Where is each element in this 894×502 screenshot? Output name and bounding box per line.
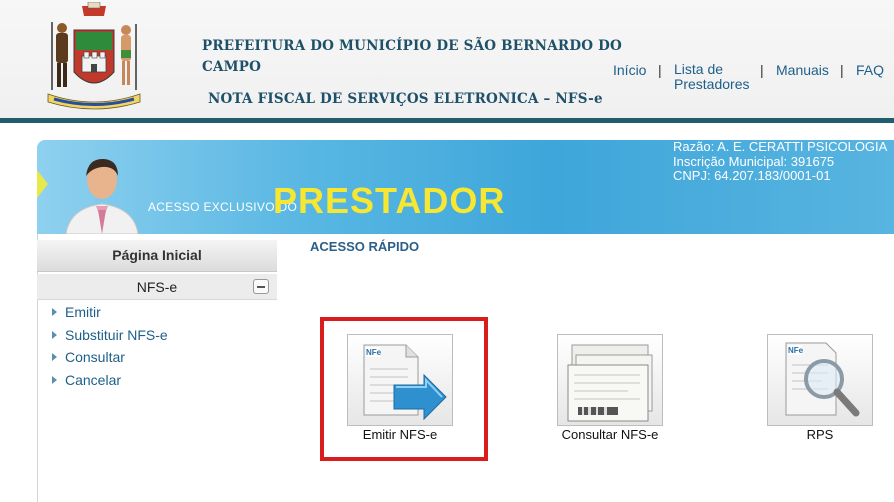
banner-arrow-icon	[37, 170, 48, 198]
sidebar-item-consultar[interactable]: Consultar	[52, 349, 125, 365]
nav-separator: |	[658, 62, 662, 78]
company-inscricao: Inscrição Municipal: 391675	[673, 153, 835, 169]
nav-link-lista-line2: Prestadores	[674, 76, 750, 92]
nfe-badge-text: NFe	[788, 346, 804, 355]
sidebar-item-label: Consultar	[65, 349, 125, 365]
caret-right-icon	[52, 376, 57, 384]
quick-access-title: ACESSO RÁPIDO	[310, 239, 420, 254]
sidebar-item-substituir[interactable]: Substituir NFS-e	[52, 327, 168, 343]
company-info: Razão: A. E. CERATTI PSICOLOGIA Inscriçã…	[673, 140, 894, 184]
collapse-icon[interactable]	[253, 279, 269, 294]
rps-tile[interactable]: NFe	[767, 334, 873, 426]
nav-link-lista-line1: Lista de	[674, 61, 724, 77]
nav-separator: |	[840, 62, 844, 78]
magnifier-icon: NFe	[785, 342, 860, 417]
emit-nfse-label[interactable]: Emitir NFS-e	[330, 427, 470, 442]
documents-icon	[567, 344, 653, 422]
header-divider	[0, 118, 894, 123]
system-title: NOTA FISCAL DE SERVIÇOS ELETRONICA – NFS…	[208, 91, 603, 107]
emit-nfse-icon: NFe	[363, 344, 447, 421]
sidebar-item-label: Cancelar	[65, 372, 122, 388]
emit-nfse-tile[interactable]: NFe	[347, 334, 453, 426]
sidebar-item-label: Substituir NFS-e	[65, 327, 168, 343]
nfe-badge-text: NFe	[366, 348, 382, 357]
company-cnpj: CNPJ: 64.207.183/0001-01	[673, 168, 831, 183]
sidebar-item-emitir[interactable]: Emitir	[52, 304, 101, 320]
rps-label[interactable]: RPS	[750, 427, 890, 442]
company-razao: Razão: A. E. CERATTI PSICOLOGIA	[673, 140, 888, 154]
nav-link-manuais[interactable]: Manuais	[776, 62, 829, 78]
consult-nfse-tile[interactable]	[557, 334, 663, 426]
user-avatar-icon	[65, 158, 139, 234]
caret-right-icon	[52, 353, 57, 361]
nav-separator: |	[760, 62, 764, 78]
sidebar-section-nfse[interactable]: NFS-e	[37, 274, 277, 300]
sidebar-heading[interactable]: Página Inicial	[37, 240, 277, 272]
sidebar-item-label: Emitir	[65, 304, 101, 320]
nav-link-lista-prestadores[interactable]: Lista de Prestadores	[674, 62, 749, 92]
caret-right-icon	[52, 331, 57, 339]
consult-nfse-label[interactable]: Consultar NFS-e	[540, 427, 680, 442]
sidebar-item-cancelar[interactable]: Cancelar	[52, 372, 121, 388]
nav-link-inicio[interactable]: Início	[613, 62, 646, 78]
municipality-title: PREFEITURA DO MUNICÍPIO DE SÃO BERNARDO …	[202, 38, 622, 75]
caret-right-icon	[52, 308, 57, 316]
banner-title: PRESTADOR	[273, 180, 506, 221]
nav-link-faq[interactable]: FAQ	[856, 62, 884, 78]
municipal-crest-logo	[47, 2, 141, 110]
